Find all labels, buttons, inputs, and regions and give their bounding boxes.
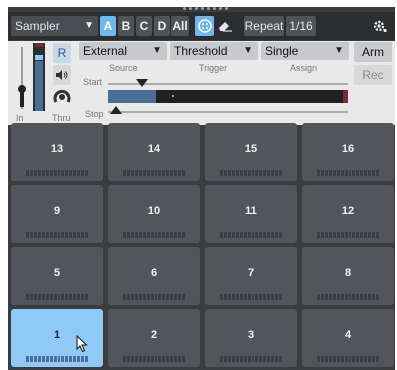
drum-sampler-device: Sampler ▼ A B C D All Repeat 1/16 In R T… bbox=[8, 7, 395, 370]
pad-12[interactable]: 12 bbox=[302, 185, 394, 243]
pad-number: 8 bbox=[344, 267, 352, 279]
pad-number: 5 bbox=[53, 267, 61, 279]
pad-8[interactable]: 8 bbox=[302, 247, 394, 305]
waveform-display[interactable] bbox=[108, 90, 348, 103]
mouse-cursor-icon bbox=[76, 335, 88, 353]
pad-13[interactable]: 13 bbox=[11, 123, 103, 181]
bank-c-button[interactable]: C bbox=[136, 16, 152, 36]
mode-dropdown[interactable]: Sampler ▼ bbox=[11, 16, 98, 36]
pad-number: 16 bbox=[341, 143, 355, 155]
pad-number: 3 bbox=[247, 329, 255, 341]
pad-sequence-bar bbox=[220, 232, 282, 238]
source-label: Source bbox=[109, 63, 138, 73]
pad-7[interactable]: 7 bbox=[205, 247, 297, 305]
pad-4[interactable]: 4 bbox=[302, 309, 394, 367]
trigger-value: Threshold bbox=[174, 44, 228, 58]
pad-number: 15 bbox=[244, 143, 258, 155]
pad-sequence-bar bbox=[123, 232, 185, 238]
pad-number: 11 bbox=[245, 205, 257, 217]
bank-b-button[interactable]: B bbox=[118, 16, 134, 36]
in-label: In bbox=[16, 113, 24, 123]
speaker-icon bbox=[56, 70, 68, 80]
trigger-label: Trigger bbox=[199, 63, 228, 73]
pad-number: 12 bbox=[341, 205, 355, 217]
start-slider[interactable] bbox=[108, 79, 348, 87]
pad-number: 10 bbox=[147, 205, 161, 217]
pad-number: 2 bbox=[150, 329, 158, 341]
pad-sequence-bar bbox=[317, 356, 379, 362]
pad-number: 1 bbox=[53, 329, 61, 341]
pad-mode-button[interactable] bbox=[195, 16, 214, 36]
pad-sequence-bar bbox=[26, 170, 88, 176]
pad-sequence-bar bbox=[123, 356, 185, 362]
chevron-down-icon: ▼ bbox=[84, 20, 94, 31]
stop-slider-handle[interactable] bbox=[110, 106, 122, 114]
trigger-dropdown[interactable]: Threshold ▼ bbox=[170, 42, 258, 60]
stop-slider[interactable] bbox=[108, 106, 348, 116]
start-slider-handle[interactable] bbox=[136, 79, 148, 87]
pad-sequence-bar bbox=[317, 232, 379, 238]
pad-sequence-bar bbox=[220, 294, 282, 300]
pad-sequence-bar bbox=[123, 294, 185, 300]
pad-sequence-bar bbox=[220, 170, 282, 176]
pad-5[interactable]: 5 bbox=[11, 247, 103, 305]
pad-sequence-bar bbox=[220, 356, 282, 362]
mode-dropdown-label: Sampler bbox=[15, 19, 60, 33]
pad-number: 9 bbox=[53, 205, 61, 217]
pad-9[interactable]: 9 bbox=[11, 185, 103, 243]
pad-1[interactable]: 1 bbox=[11, 309, 103, 367]
pad-14[interactable]: 14 bbox=[108, 123, 200, 181]
arm-button[interactable]: Arm bbox=[354, 42, 392, 62]
pad-number: 7 bbox=[247, 267, 255, 279]
repeat-rate-dropdown[interactable]: 1/16 bbox=[286, 16, 316, 36]
pad-3[interactable]: 3 bbox=[205, 309, 297, 367]
bank-all-button[interactable]: All bbox=[171, 16, 189, 36]
clear-pad-button[interactable] bbox=[215, 16, 234, 36]
pad-sequence-bar bbox=[317, 294, 379, 300]
pad-sequence-bar bbox=[26, 356, 88, 362]
pad-2[interactable]: 2 bbox=[108, 309, 200, 367]
chevron-down-icon: ▼ bbox=[243, 45, 253, 56]
pad-16[interactable]: 16 bbox=[302, 123, 394, 181]
bank-a-button[interactable]: A bbox=[100, 16, 116, 36]
input-gain-slider[interactable] bbox=[18, 47, 26, 109]
record-arm-r-button[interactable]: R bbox=[53, 43, 71, 63]
pad-number: 14 bbox=[147, 143, 161, 155]
pad-sequence-bar bbox=[26, 294, 88, 300]
settings-button[interactable] bbox=[370, 16, 390, 36]
pad-number: 4 bbox=[344, 329, 352, 341]
stop-label: Stop bbox=[85, 109, 104, 119]
source-value: External bbox=[83, 44, 128, 58]
monitor-button[interactable] bbox=[53, 65, 71, 85]
pad-11[interactable]: 11 bbox=[205, 185, 297, 243]
pad-sequence-bar bbox=[123, 170, 185, 176]
chevron-down-icon: ▼ bbox=[334, 45, 344, 56]
sampler-panel: In R Thru External ▼ Threshold ▼ Single … bbox=[8, 41, 395, 125]
rec-button[interactable]: Rec bbox=[354, 65, 392, 85]
pad-15[interactable]: 15 bbox=[205, 123, 297, 181]
assign-value: Single bbox=[265, 44, 299, 58]
knob-icon bbox=[53, 89, 71, 103]
source-dropdown[interactable]: External ▼ bbox=[79, 42, 167, 60]
assign-dropdown[interactable]: Single ▼ bbox=[261, 42, 349, 60]
eraser-icon bbox=[218, 22, 232, 32]
pad-sequence-bar bbox=[317, 170, 379, 176]
pad-10[interactable]: 10 bbox=[108, 185, 200, 243]
repeat-button[interactable]: Repeat bbox=[244, 16, 284, 36]
pad-6[interactable]: 6 bbox=[108, 247, 200, 305]
start-label: Start bbox=[83, 77, 103, 87]
pad-sequence-bar bbox=[26, 232, 88, 238]
thru-knob[interactable] bbox=[53, 88, 71, 106]
pad-number: 13 bbox=[50, 143, 64, 155]
pad-number: 6 bbox=[150, 267, 158, 279]
thru-label: Thru bbox=[52, 113, 71, 123]
gear-icon bbox=[373, 20, 387, 33]
chevron-down-icon: ▼ bbox=[152, 45, 162, 56]
drum-icon bbox=[197, 19, 212, 33]
bank-d-button[interactable]: D bbox=[154, 16, 170, 36]
assign-label: Assign bbox=[290, 63, 318, 73]
input-level-meter bbox=[33, 43, 45, 111]
